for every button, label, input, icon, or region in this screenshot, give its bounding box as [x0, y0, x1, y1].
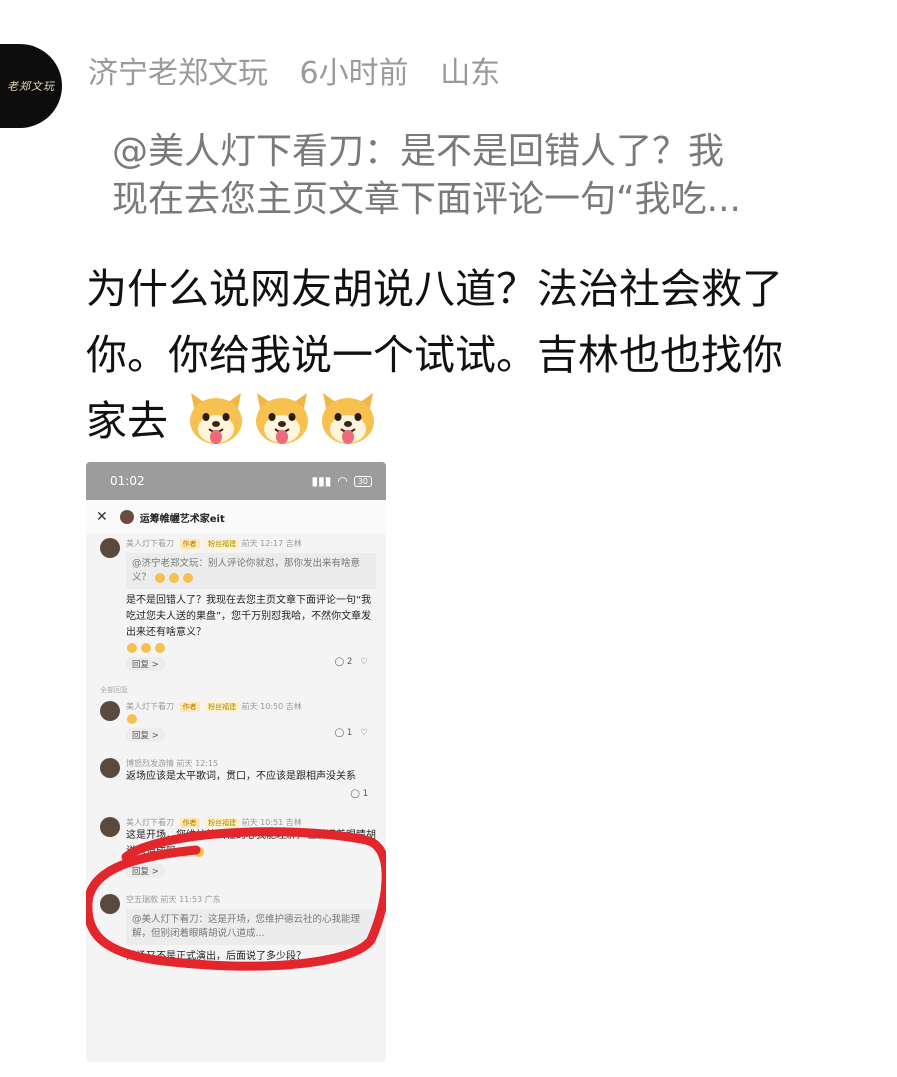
section-label: 全部回复	[100, 686, 128, 694]
close-icon: ✕	[96, 509, 108, 525]
dog-emoji-icon	[169, 573, 180, 583]
comment-meta: 前天 10:50 吉林	[241, 702, 302, 711]
quote-box: @济宁老郑文玩：别人评论你就怼，那你发出来有啥意义？	[126, 553, 376, 589]
author-name[interactable]: 济宁老郑文玩	[88, 56, 268, 91]
dog-emoji-icon	[155, 642, 165, 653]
list-item: 美人灯下看刀 作者 粉丝福建 前天 10:50 吉林 回复 > ◯ 1 ♡	[86, 697, 386, 748]
like-count: 1	[362, 789, 368, 799]
dog-emoji-icon	[183, 573, 194, 583]
post-meta: 济宁老郑文玩 6小时前 山东	[88, 48, 522, 92]
dog-emoji-icon	[127, 713, 137, 724]
post-location: 山东	[440, 56, 501, 91]
comment-user: 博怒烈发游情	[126, 759, 174, 768]
comment-icon[interactable]: ◯	[335, 728, 345, 738]
status-bar: 01:02 ▮▮▮ ◠ 30	[86, 462, 386, 500]
screenshot-title: 运筹帷幄艺术家eit	[139, 513, 225, 525]
status-time: 01:02	[110, 474, 145, 488]
screenshot-title-bar: ✕ 运筹帷幄艺术家eit	[86, 500, 386, 534]
signal-icon: ▮▮▮	[311, 474, 332, 488]
comment-user: 美人灯下看刀	[126, 818, 174, 827]
dog-emoji-icon	[127, 642, 137, 653]
attached-screenshot[interactable]: 01:02 ▮▮▮ ◠ 30 ✕ 运筹帷幄艺术家eit 美人灯下看刀 作者 粉丝…	[86, 462, 386, 1062]
dog-emoji-icon	[180, 846, 191, 857]
comment-quote: @美人灯下看刀：这是开场，您维护德云社的心我能理解，但别闭着眼睛胡说八道成...	[132, 914, 361, 939]
avatar	[100, 758, 120, 778]
author-badge: 作者	[179, 818, 200, 828]
avatar	[100, 538, 120, 558]
reply-button[interactable]: 回复 >	[126, 864, 165, 878]
comment-text: 返场应该是太平歌词，贯口，不应该是跟相声没关系	[126, 771, 356, 782]
quoted-comment[interactable]: @美人灯下看刀：是不是回错人了？我 现在去您主页文章下面评论一句“我吃...	[112, 128, 892, 224]
list-item: 空五瑞款 前天 11:53 广东 @美人灯下看刀：这是开场，您维护德云社的心我能…	[86, 890, 386, 969]
body-text-tail: 家去	[86, 397, 168, 445]
comment-user: 美人灯下看刀	[126, 539, 174, 548]
comment-text: 这是开场，您维护德云社的心我能理解，但别闭着眼睛胡说八道成吗	[126, 830, 376, 857]
comment-text: 是不是回错人了？我现在去您主页文章下面评论一句“我吃过您夫人送的果盘”，您千万别…	[126, 595, 372, 638]
body-line: 你。你给我说一个试试。吉林也也找你	[86, 331, 783, 379]
comment-body: 为什么说网友胡说八道？法治社会救了 你。你给我说一个试试。吉林也也找你 家去	[86, 256, 897, 454]
comment-user: 空五瑞款	[126, 895, 158, 904]
body-line-last: 家去	[86, 388, 897, 454]
comment-icon[interactable]: ◯	[335, 657, 345, 667]
dog-tongue-emoji-icon	[256, 393, 309, 444]
dog-tongue-emoji-icon	[190, 393, 243, 444]
comment-meta: 前天 10:51 吉林	[241, 818, 302, 827]
comment-icon[interactable]: ◯	[350, 789, 360, 799]
reply-button[interactable]: 回复 >	[126, 657, 165, 671]
comment-user: 美人灯下看刀	[126, 702, 174, 711]
heart-icon[interactable]: ♡	[360, 728, 368, 738]
battery-icon: 30	[353, 475, 372, 487]
comment-text: 开场又不是正式演出，后面说了多少段？	[126, 951, 306, 962]
list-item-highlighted: 美人灯下看刀 作者 粉丝福建 前天 10:51 吉林 这是开场，您维护德云社的心…	[86, 813, 386, 884]
post-time: 6小时前	[299, 56, 409, 91]
comment-meta: 前天 12:15	[176, 759, 219, 768]
heart-icon[interactable]: ♡	[360, 657, 368, 667]
quote-line: @美人灯下看刀：是不是回错人了？我	[112, 131, 725, 172]
dog-tongue-emoji-icon	[322, 393, 375, 444]
author-badge: 作者	[179, 539, 200, 549]
fan-badge: 粉丝福建	[205, 539, 240, 549]
avatar	[119, 510, 134, 524]
author-avatar[interactable]: 老郑文玩	[0, 44, 62, 128]
like-count: 2	[346, 657, 353, 667]
dog-emoji-icon	[141, 642, 151, 653]
reply-button[interactable]: 回复 >	[126, 728, 165, 742]
body-line: 为什么说网友胡说八道？法治社会救了	[86, 265, 783, 313]
quote-box: @美人灯下看刀：这是开场，您维护德云社的心我能理解，但别闭着眼睛胡说八道成...	[126, 909, 376, 945]
dog-emoji-icon	[155, 573, 166, 583]
like-count: 1	[346, 728, 353, 738]
fan-badge: 粉丝福建	[205, 818, 240, 828]
comment-meta: 前天 12:17 吉林	[241, 539, 302, 548]
avatar	[100, 701, 120, 721]
quote-line: 现在去您主页文章下面评论一句“我吃...	[112, 179, 741, 220]
fan-badge: 粉丝福建	[205, 702, 240, 712]
avatar	[100, 817, 120, 837]
list-item: 博怒烈发游情 前天 12:15 返场应该是太平歌词，贯口，不应该是跟相声没关系 …	[86, 754, 386, 805]
avatar-logo: 老郑文玩	[7, 80, 55, 93]
wifi-icon: ◠	[337, 474, 348, 488]
avatar	[100, 894, 120, 914]
author-badge: 作者	[179, 702, 200, 712]
comment-quote: @济宁老郑文玩：别人评论你就怼，那你发出来有啥意义？	[132, 558, 361, 583]
dog-emoji-icon	[194, 846, 205, 857]
list-item: 美人灯下看刀 作者 粉丝福建 前天 12:17 吉林 @济宁老郑文玩：别人评论你…	[86, 534, 386, 677]
comment-meta: 前天 11:53 广东	[160, 895, 221, 904]
